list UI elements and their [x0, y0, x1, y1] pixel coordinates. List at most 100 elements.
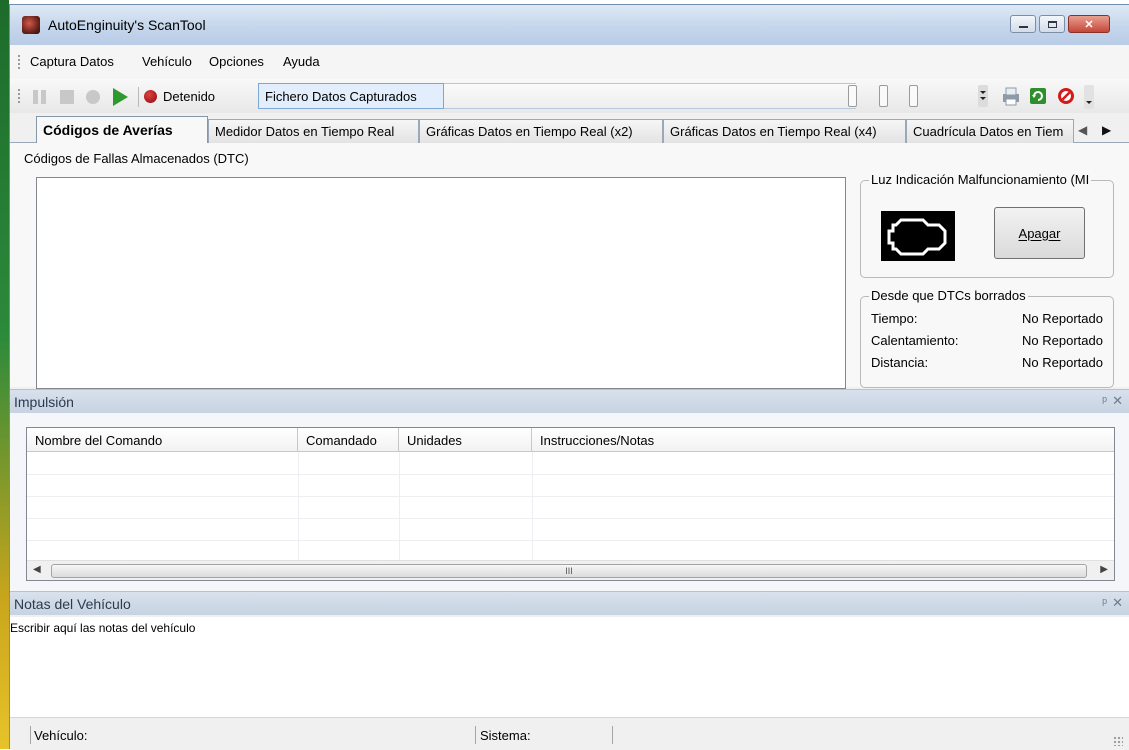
tab-graficas-x4[interactable]: Gráficas Datos en Tiempo Real (x4) — [663, 119, 906, 143]
grid-row-line — [27, 496, 1114, 497]
tab-graficas-x2[interactable]: Gráficas Datos en Tiempo Real (x2) — [419, 119, 663, 143]
menu-grip-handle[interactable] — [18, 55, 21, 69]
dtc-list[interactable] — [36, 177, 846, 389]
captured-data-file-field[interactable]: Fichero Datos Capturados — [258, 83, 444, 109]
since-cleared-group: Desde que DTCs borrados Tiempo: No Repor… — [860, 288, 1114, 388]
gauge-slot-1 — [848, 85, 857, 107]
grid-col-line — [399, 452, 400, 560]
notes-panel-title: Notas del Vehículo — [14, 596, 131, 612]
col-header-commanded[interactable]: Comandado — [298, 428, 399, 452]
status-separator — [612, 726, 613, 744]
close-icon: ✕ — [1084, 18, 1094, 31]
tab-medidor-datos[interactable]: Medidor Datos en Tiempo Real — [208, 119, 419, 143]
vehicle-notes-editor[interactable]: Escribir aquí las notas del vehículo — [10, 617, 1129, 717]
grid-col-line — [298, 452, 299, 560]
grid-horizontal-scrollbar[interactable]: ◀ III ▶ — [27, 560, 1114, 580]
impulsion-panel-title: Impulsión — [14, 394, 74, 410]
mil-group-title: Luz Indicación Malfuncionamiento (MI — [869, 172, 1092, 187]
pin-icon[interactable]: ᵖ — [1102, 595, 1107, 610]
grid-col-line — [532, 452, 533, 560]
since-distance-value: No Reportado — [1022, 355, 1103, 370]
impulsion-panel-header: Impulsión ᵖ ✕ — [10, 389, 1129, 413]
printer-icon — [1003, 87, 1019, 106]
close-panel-icon[interactable]: ✕ — [1112, 595, 1123, 611]
maximize-icon — [1047, 20, 1057, 28]
status-separator — [475, 726, 476, 744]
stop-icon — [60, 90, 74, 104]
gauge-slot-3 — [909, 85, 918, 107]
toolbar-customize-button[interactable] — [1084, 85, 1094, 112]
toolbar: Detenido Fichero Datos Capturados — [10, 79, 1129, 113]
minimize-button[interactable] — [1010, 15, 1036, 33]
maximize-button[interactable] — [1039, 15, 1065, 33]
status-vehicle-label: Vehículo: — [34, 728, 88, 743]
capture-progress-field — [444, 83, 856, 109]
vehicle-notes-text: Escribir aquí las notas del vehículo — [10, 621, 196, 635]
mil-group: Luz Indicación Malfuncionamiento (MI Apa… — [860, 172, 1114, 278]
menu-bar: Captura Datos Vehículo Opciones Ayuda — [10, 45, 1129, 79]
tab-cuadricula-datos[interactable]: Cuadrícula Datos en Tiem — [906, 119, 1074, 143]
tab-codigos-averias[interactable]: Códigos de Averías — [36, 116, 208, 144]
check-engine-icon — [881, 211, 955, 261]
play-button[interactable] — [109, 86, 131, 111]
mil-off-button[interactable]: Apagar — [994, 207, 1085, 259]
toolbar-grip-handle[interactable] — [18, 89, 21, 103]
command-grid[interactable]: Nombre del Comando Comandado Unidades In… — [26, 427, 1115, 581]
since-warmup-value: No Reportado — [1022, 333, 1103, 348]
col-header-instructions[interactable]: Instrucciones/Notas — [532, 428, 1114, 452]
scroll-right-arrow-icon[interactable]: ▶ — [1100, 564, 1108, 575]
pause-icon — [33, 90, 46, 104]
desktop-background-strip — [0, 0, 9, 749]
record-button[interactable] — [83, 87, 103, 110]
col-header-units[interactable]: Unidades — [399, 428, 532, 452]
pause-button[interactable] — [30, 87, 50, 110]
acquisition-status: Detenido — [163, 89, 216, 104]
status-separator — [30, 726, 31, 744]
col-header-command-name[interactable]: Nombre del Comando — [27, 428, 298, 452]
grid-row-line — [27, 474, 1114, 475]
since-cleared-title: Desde que DTCs borrados — [869, 288, 1028, 303]
resize-grip-icon[interactable] — [1113, 736, 1123, 746]
tab-scroll-left-icon[interactable]: ◀ — [1078, 123, 1087, 137]
impulsion-panel: Nombre del Comando Comandado Unidades In… — [10, 413, 1129, 591]
refresh-button[interactable] — [1028, 86, 1048, 109]
refresh-icon — [1030, 88, 1046, 104]
since-warmup-label: Calentamiento: — [871, 333, 959, 348]
stopped-status-icon — [144, 90, 157, 103]
tab-strip: Códigos de Averías Medidor Datos en Tiem… — [10, 115, 1129, 144]
gauge-slot-2 — [879, 85, 888, 107]
menu-ayuda[interactable]: Ayuda — [283, 54, 320, 69]
toolbar-separator — [138, 87, 139, 107]
menu-opciones[interactable]: Opciones — [209, 54, 264, 69]
scroll-thumb[interactable]: III — [51, 564, 1087, 578]
scroll-left-arrow-icon[interactable]: ◀ — [33, 564, 41, 575]
status-system-label: Sistema: — [480, 728, 531, 743]
overflow-chevron-icon — [978, 85, 988, 107]
minimize-icon — [1018, 26, 1028, 28]
title-bar: AutoEnginuity's ScanTool ✕ — [10, 5, 1129, 45]
no-entry-icon — [1058, 88, 1074, 104]
since-distance-label: Distancia: — [871, 355, 929, 370]
since-time-label: Tiempo: — [871, 311, 918, 326]
cancel-button[interactable] — [1056, 86, 1076, 109]
dtc-tab-panel: Códigos de Fallas Almacenados (DTC) Luz … — [10, 143, 1129, 389]
play-icon — [113, 88, 128, 106]
close-window-button[interactable]: ✕ — [1068, 15, 1110, 33]
menu-captura-datos[interactable]: Captura Datos — [30, 54, 114, 69]
grid-row-line — [27, 518, 1114, 519]
close-panel-icon[interactable]: ✕ — [1112, 393, 1123, 409]
menu-vehiculo[interactable]: Vehículo — [142, 54, 192, 69]
since-time-value: No Reportado — [1022, 311, 1103, 326]
app-window: AutoEnginuity's ScanTool ✕ Captura Datos… — [9, 4, 1129, 750]
dtc-list-label: Códigos de Fallas Almacenados (DTC) — [24, 151, 249, 166]
stop-button[interactable] — [57, 87, 77, 110]
toolbar-overflow-button[interactable] — [978, 85, 988, 110]
tab-scroll-right-icon[interactable]: ▶ — [1102, 123, 1111, 137]
app-logo-icon — [22, 16, 40, 34]
pin-icon[interactable]: ᵖ — [1102, 393, 1107, 408]
grid-row-line — [27, 540, 1114, 541]
window-title: AutoEnginuity's ScanTool — [48, 17, 206, 33]
status-bar: Vehículo: Sistema: — [10, 717, 1129, 750]
customize-chevron-icon — [1084, 85, 1094, 109]
print-button[interactable] — [1000, 86, 1022, 109]
